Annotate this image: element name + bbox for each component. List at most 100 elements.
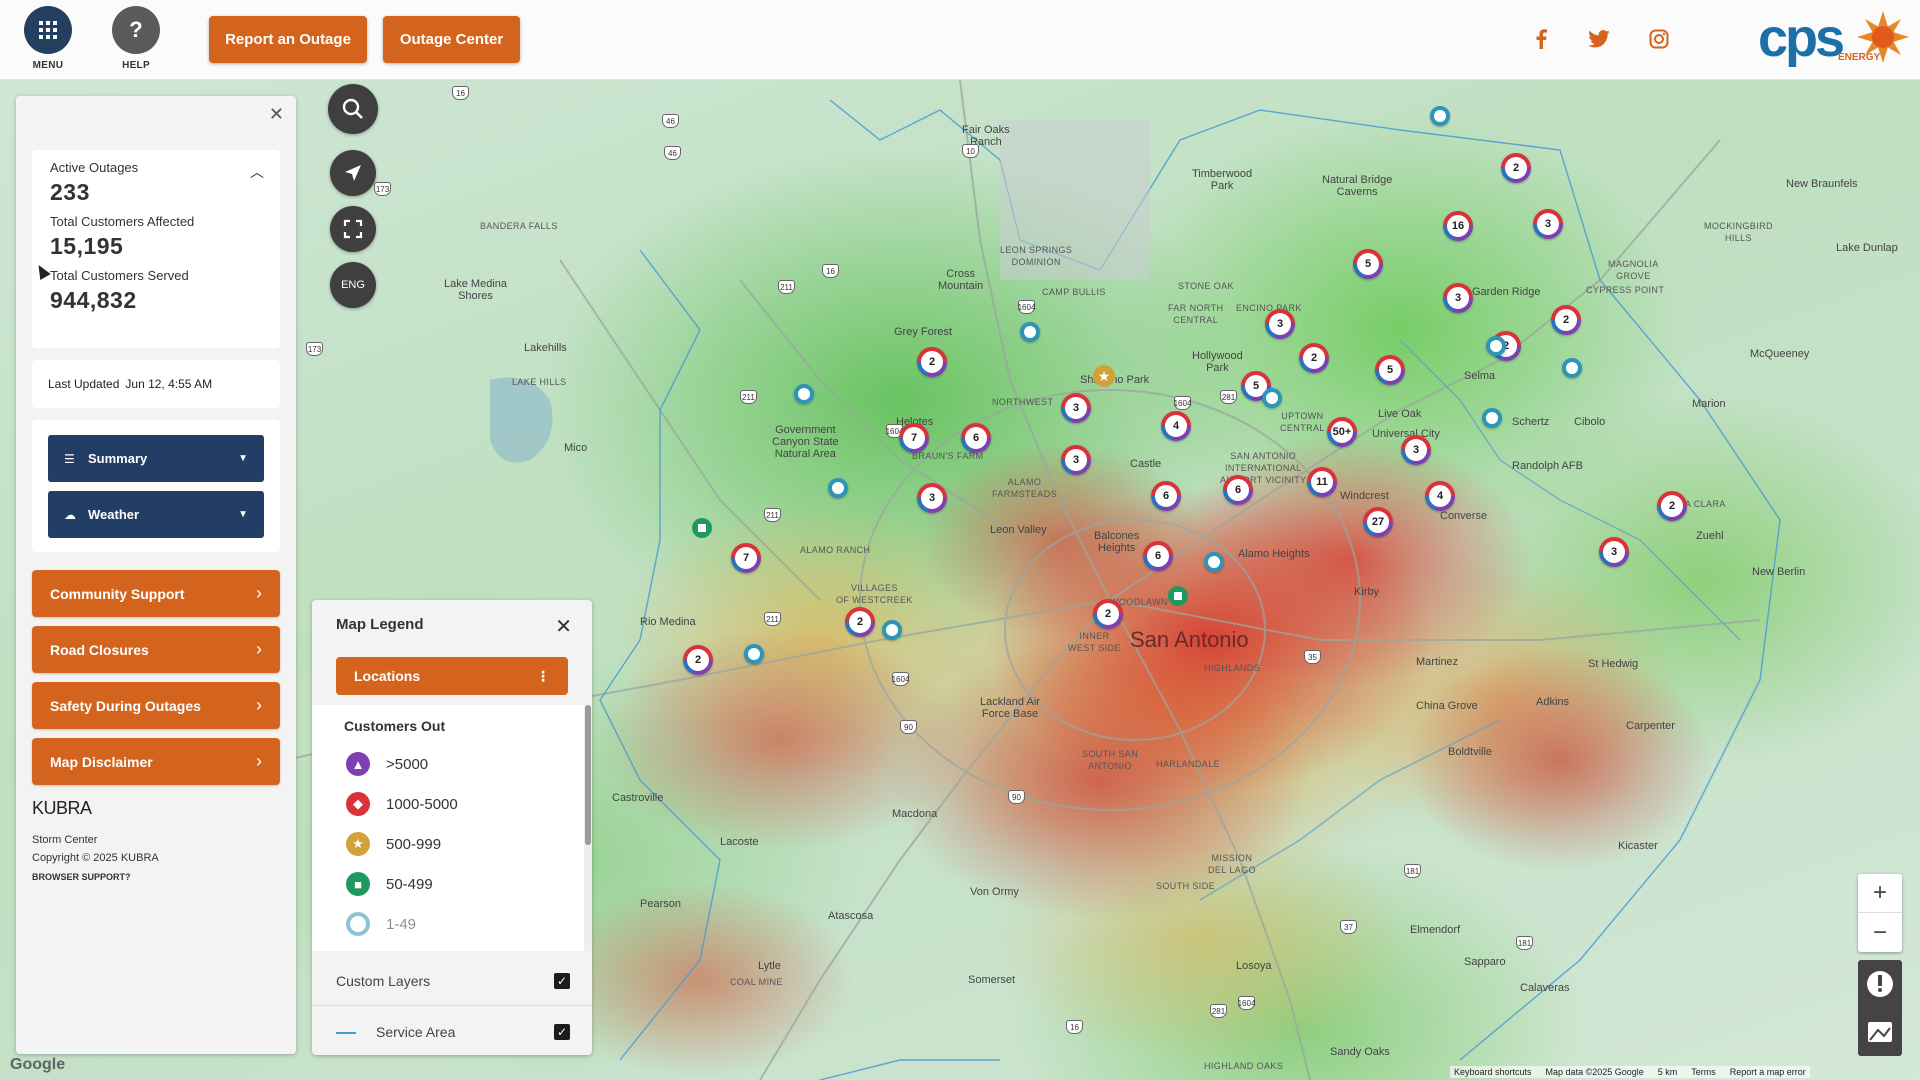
outage-cluster-marker[interactable]: 2 [1501, 153, 1531, 183]
small-outage-marker[interactable] [1262, 388, 1282, 408]
chevron-right-icon: › [256, 751, 262, 771]
small-outage-marker[interactable] [1204, 552, 1224, 572]
outage-cluster-marker[interactable]: 2 [683, 645, 713, 675]
locate-me-button[interactable] [330, 150, 376, 196]
outage-cluster-marker[interactable]: 3 [1061, 445, 1091, 475]
outage-cluster-marker[interactable]: 16 [1443, 211, 1473, 241]
outage-cluster-marker[interactable]: 3 [1533, 209, 1563, 239]
zoom-out-button[interactable]: − [1858, 913, 1902, 952]
close-panel-icon[interactable]: ✕ [269, 104, 284, 125]
map-disclaimer-label: Map Disclaimer [50, 753, 153, 770]
highway-shield: 1604 [1174, 396, 1191, 410]
outage-cluster-marker[interactable]: 6 [1151, 481, 1181, 511]
customers-served-value: 944,832 [50, 287, 137, 313]
scale-text[interactable]: 5 km [1658, 1067, 1678, 1077]
report-map-error-link[interactable]: Report a map error [1730, 1067, 1806, 1077]
outage-cluster-marker[interactable]: 6 [1223, 475, 1253, 505]
place-label: Cross Mountain [938, 268, 984, 292]
map-disclaimer-button[interactable]: Map Disclaimer › [32, 738, 280, 785]
zoom-in-button[interactable]: + [1858, 874, 1902, 913]
outage-cluster-marker[interactable]: 7 [731, 543, 761, 573]
outage-cluster-marker[interactable]: 3 [1443, 283, 1473, 313]
cluster-count: 50+ [1331, 421, 1353, 443]
medium-outage-marker[interactable] [692, 518, 712, 538]
safety-button[interactable]: Safety During Outages › [32, 682, 280, 729]
legend-scrollbar[interactable] [584, 705, 592, 951]
last-updated-card: Last Updated Jun 12, 4:55 AM [32, 360, 280, 408]
medium-outage-marker[interactable] [1168, 586, 1188, 606]
cluster-count: 3 [1405, 439, 1427, 461]
report-outage-button[interactable]: Report an Outage [209, 16, 367, 63]
last-updated-label: Last Updated [48, 377, 120, 391]
small-outage-marker[interactable] [828, 478, 848, 498]
service-area-checkbox[interactable]: ✓ [554, 1024, 570, 1040]
close-legend-icon[interactable]: ✕ [555, 614, 572, 639]
outage-cluster-marker[interactable]: 50+ [1327, 417, 1357, 447]
star-outage-marker[interactable]: ★ [1093, 365, 1115, 387]
small-outage-marker[interactable] [882, 620, 902, 640]
small-outage-marker[interactable] [1482, 408, 1502, 428]
outage-cluster-marker[interactable]: 2 [1093, 599, 1123, 629]
language-button[interactable]: ENG [330, 262, 376, 308]
collapse-chevron-icon[interactable]: ︿ [250, 162, 264, 182]
facebook-icon[interactable] [1530, 28, 1552, 50]
kebab-menu-icon: ⋮ [536, 667, 550, 684]
summary-dropdown[interactable]: ☰ Summary ▼ [48, 435, 264, 482]
small-outage-marker[interactable] [1486, 336, 1506, 356]
twitter-icon[interactable] [1588, 28, 1610, 50]
small-outage-marker[interactable] [1020, 322, 1040, 342]
circle-icon [346, 912, 370, 936]
custom-layers-checkbox[interactable]: ✓ [554, 973, 570, 989]
outage-cluster-marker[interactable]: 3 [1401, 435, 1431, 465]
copyright-text: Copyright © 2025 KUBRA [32, 852, 159, 864]
outage-cluster-marker[interactable]: 2 [917, 347, 947, 377]
outage-cluster-marker[interactable]: 4 [1161, 411, 1191, 441]
outage-cluster-marker[interactable]: 2 [1657, 491, 1687, 521]
highway-shield: 211 [740, 390, 757, 404]
square-icon: ■ [346, 872, 370, 896]
menu-button[interactable]: MENU [16, 6, 80, 71]
fullscreen-button[interactable] [330, 206, 376, 252]
outage-cluster-marker[interactable]: 11 [1307, 467, 1337, 497]
outage-cluster-marker[interactable]: 5 [1375, 355, 1405, 385]
small-outage-marker[interactable] [1430, 106, 1450, 126]
outage-cluster-marker[interactable]: 2 [1551, 305, 1581, 335]
small-outage-marker[interactable] [794, 384, 814, 404]
place-label: Castroville [612, 792, 664, 804]
outage-cluster-marker[interactable]: 4 [1425, 481, 1455, 511]
small-outage-marker[interactable] [744, 644, 764, 664]
terms-link[interactable]: Terms [1691, 1067, 1716, 1077]
weather-dropdown[interactable]: ☁ Weather ▼ [48, 491, 264, 538]
community-support-button[interactable]: Community Support › [32, 570, 280, 617]
search-map-button[interactable] [328, 84, 378, 134]
outage-cluster-marker[interactable]: 3 [1265, 309, 1295, 339]
outage-cluster-marker[interactable]: 3 [917, 483, 947, 513]
instagram-icon[interactable] [1648, 28, 1670, 50]
outage-cluster-marker[interactable]: 3 [1061, 393, 1091, 423]
locations-button[interactable]: Locations ⋮ [336, 657, 568, 695]
cluster-count: 16 [1447, 215, 1469, 237]
place-label: HIGHLANDS [1204, 663, 1261, 673]
outage-cluster-marker[interactable]: 2 [845, 607, 875, 637]
cluster-count: 4 [1429, 485, 1451, 507]
place-label: Somerset [968, 974, 1016, 986]
outage-cluster-marker[interactable]: 2 [1299, 343, 1329, 373]
outage-cluster-marker[interactable]: 3 [1599, 537, 1629, 567]
keyboard-shortcuts-link[interactable]: Keyboard shortcuts [1454, 1067, 1532, 1077]
outage-cluster-marker[interactable]: 7 [899, 423, 929, 453]
road-closures-button[interactable]: Road Closures › [32, 626, 280, 673]
outage-cluster-marker[interactable]: 6 [961, 423, 991, 453]
help-button[interactable]: ? HELP [104, 6, 168, 71]
street-view-control[interactable] [1858, 960, 1902, 1056]
outage-cluster-marker[interactable]: 27 [1363, 507, 1393, 537]
highway-shield: 10 [962, 144, 979, 158]
browser-support-link[interactable]: BROWSER SUPPORT? [32, 872, 131, 882]
small-outage-marker[interactable] [1562, 358, 1582, 378]
outage-center-button[interactable]: Outage Center [383, 16, 520, 63]
outage-cluster-marker[interactable]: 5 [1353, 249, 1383, 279]
outage-cluster-marker[interactable]: 6 [1143, 541, 1173, 571]
cluster-count: 6 [1227, 479, 1249, 501]
cps-energy-logo[interactable]: cps ENERGY [1758, 8, 1910, 68]
help-label: HELP [122, 60, 150, 71]
place-label: Government Canyon State Natural Area [772, 424, 839, 460]
